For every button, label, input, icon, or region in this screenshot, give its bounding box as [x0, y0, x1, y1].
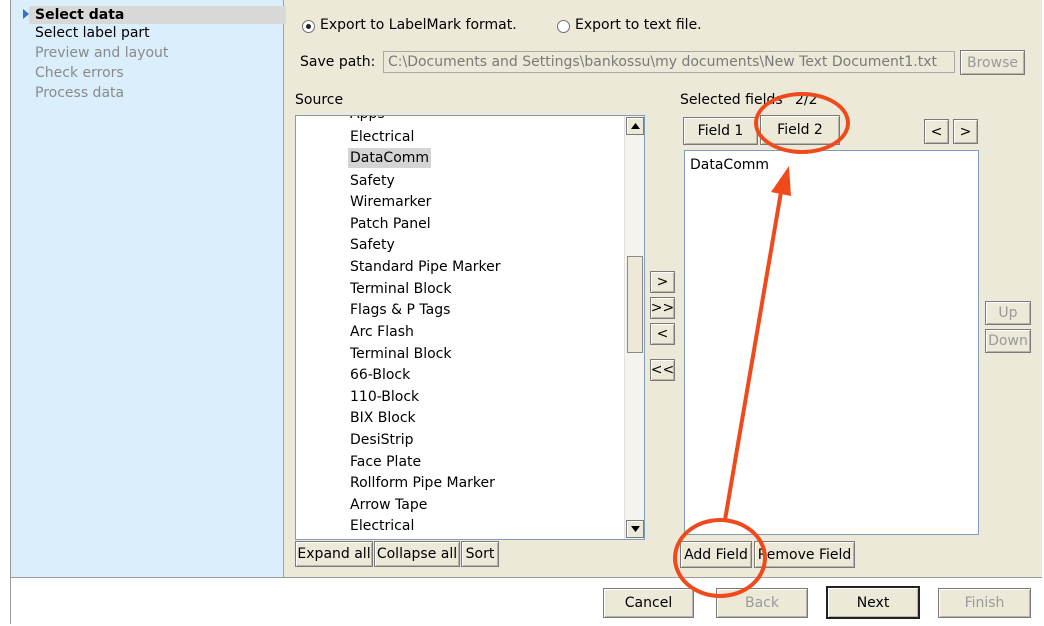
- annotation-circle-add-field: [673, 518, 767, 598]
- remove-one-button[interactable]: <: [650, 323, 675, 345]
- list-item[interactable]: Patch Panel: [350, 214, 431, 234]
- list-item-selected[interactable]: DataComm: [348, 148, 432, 168]
- field-content-box[interactable]: DataComm: [684, 150, 979, 535]
- list-item[interactable]: BIX Block: [350, 408, 416, 428]
- next-field-button[interactable]: >: [953, 119, 978, 144]
- save-path-input[interactable]: C:\Documents and Settings\bankossu\my do…: [383, 51, 955, 73]
- prev-field-button[interactable]: <: [924, 119, 949, 144]
- export-text-label[interactable]: Export to text file.: [575, 17, 702, 33]
- list-item[interactable]: Terminal Block: [350, 279, 451, 299]
- list-item[interactable]: Wiremarker: [350, 192, 431, 212]
- list-item[interactable]: 66-Block: [350, 365, 410, 385]
- source-item-partial[interactable]: Apps: [350, 116, 385, 124]
- export-labelmark-radio[interactable]: [302, 20, 315, 33]
- step-select-data[interactable]: Select data: [35, 6, 124, 24]
- cancel-button[interactable]: Cancel: [603, 588, 694, 618]
- add-all-button[interactable]: >>: [650, 297, 675, 319]
- list-item[interactable]: Safety: [350, 235, 395, 255]
- list-item[interactable]: Standard Pipe Marker: [350, 257, 501, 277]
- steps-panel: Select data Select label part Preview an…: [11, 0, 292, 577]
- field-content-text: DataComm: [690, 157, 770, 173]
- list-item[interactable]: Electrical: [350, 127, 414, 147]
- export-labelmark-label[interactable]: Export to LabelMark format.: [320, 17, 517, 33]
- source-tree-list[interactable]: Apps Electrical DataComm Safety Wiremark…: [295, 115, 645, 540]
- list-item[interactable]: DesiStrip: [350, 430, 414, 450]
- triangle-down-icon: [630, 526, 640, 532]
- save-path-label: Save path:: [300, 54, 376, 70]
- list-item[interactable]: 110-Block: [350, 387, 419, 407]
- browse-button[interactable]: Browse: [960, 50, 1025, 75]
- list-item[interactable]: Terminal Block: [350, 344, 451, 364]
- move-up-button[interactable]: Up: [985, 301, 1031, 325]
- tab-field-1[interactable]: Field 1: [683, 117, 758, 145]
- expand-all-button[interactable]: Expand all: [295, 541, 373, 567]
- collapse-all-button[interactable]: Collapse all: [374, 541, 460, 567]
- list-item[interactable]: Flags & P Tags: [350, 300, 450, 320]
- list-item[interactable]: Electrical: [350, 516, 414, 536]
- next-button[interactable]: Next: [826, 586, 920, 619]
- sort-button[interactable]: Sort: [461, 541, 499, 567]
- annotation-circle-field-2: [754, 92, 850, 154]
- list-item[interactable]: Rollform Pipe Marker: [350, 473, 495, 493]
- scroll-down-button[interactable]: [626, 520, 644, 538]
- scroll-up-button[interactable]: [626, 117, 644, 135]
- list-item[interactable]: Safety: [350, 171, 395, 191]
- current-step-arrow-icon: [23, 9, 29, 19]
- move-down-button[interactable]: Down: [985, 329, 1031, 353]
- list-item[interactable]: Arrow Tape: [350, 495, 427, 515]
- step-process-data: Process data: [35, 85, 125, 101]
- step-check-errors: Check errors: [35, 65, 124, 81]
- remove-field-button[interactable]: Remove Field: [754, 541, 855, 568]
- add-one-button[interactable]: >: [650, 271, 675, 293]
- list-item[interactable]: Face Plate: [350, 452, 421, 472]
- source-label: Source: [295, 92, 344, 108]
- list-item[interactable]: Arc Flash: [350, 322, 414, 342]
- step-preview-and-layout: Preview and layout: [35, 45, 169, 61]
- export-text-radio[interactable]: [557, 20, 570, 33]
- remove-all-button[interactable]: <<: [650, 359, 675, 381]
- triangle-up-icon: [630, 123, 640, 129]
- finish-button[interactable]: Finish: [938, 588, 1031, 618]
- step-select-label-part[interactable]: Select label part: [35, 24, 150, 42]
- source-scrollbar[interactable]: [624, 116, 644, 539]
- scrollbar-thumb[interactable]: [627, 256, 643, 353]
